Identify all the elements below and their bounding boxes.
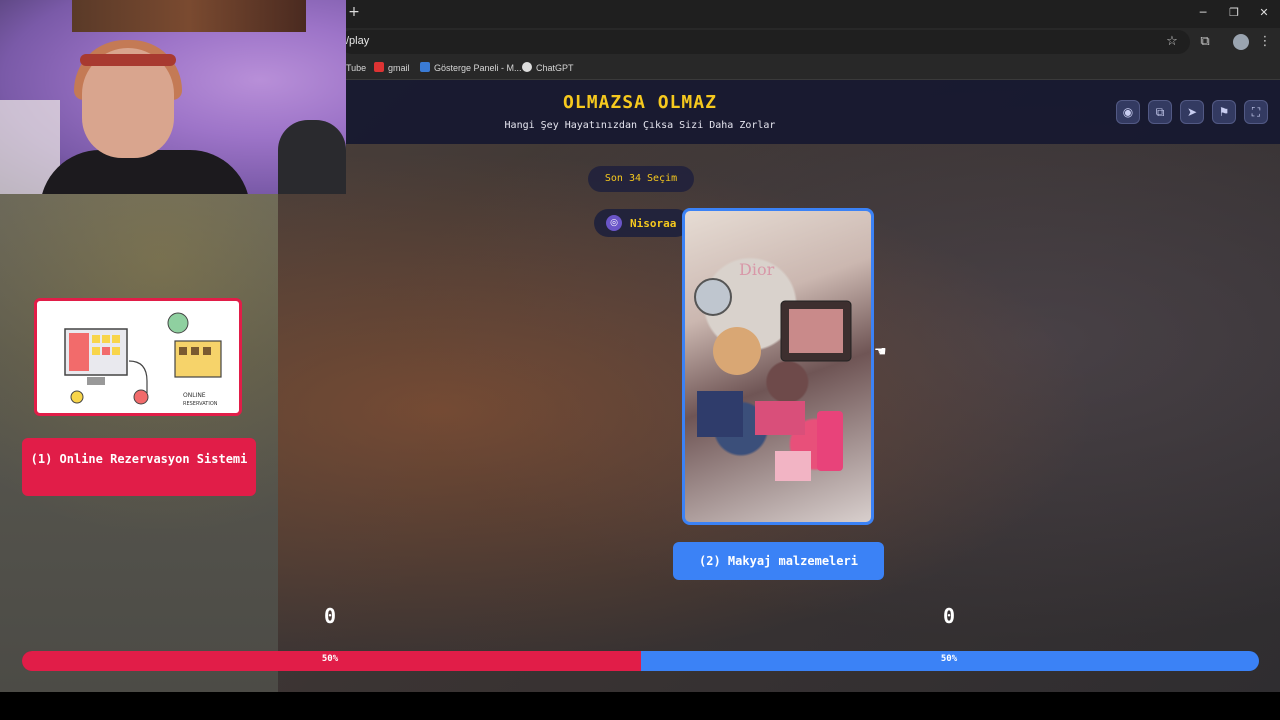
extensions-icon[interactable]: ⧉ [1196,33,1214,51]
page-title: OLMAZSA OLMAZ [563,92,717,113]
reservation-illustration: ONLINE RESERVATION [64,312,222,407]
webcam-overlay [0,0,346,194]
copy-icon[interactable]: ⧉ [1148,100,1172,124]
bookmark-dashboard[interactable]: Gösterge Paneli - M... [420,61,522,75]
user-avatar: ◎ [606,215,622,231]
score-left: 0 [323,604,337,628]
vote-progress-bar: 50% 50% [22,651,1259,671]
option-right-image[interactable]: Dior [682,208,874,525]
browser-menu-icon[interactable]: ⋮ [1256,33,1274,51]
score-right: 0 [942,604,956,628]
percent-right: 50% [940,654,958,664]
flag-icon[interactable]: ⚑ [1212,100,1236,124]
webcam-poster [72,0,306,32]
chatgpt-icon [522,62,532,72]
bookmark-youtube[interactable]: Tube [346,61,366,75]
percent-left: 50% [321,654,339,664]
dashboard-icon [420,62,430,72]
dior-logo: Dior [739,260,775,279]
bookmark-star-icon[interactable]: ☆ [1163,33,1181,51]
send-icon[interactable]: ➤ [1180,100,1204,124]
option-left-button[interactable]: (1) Online Rezervasyon Sistemi [22,438,256,496]
address-bar[interactable] [340,30,1190,54]
mouse-cursor-icon: ☚ [874,344,887,360]
webcam-microphone [278,120,346,194]
fullscreen-icon[interactable]: ⛶ [1244,100,1268,124]
restore-button[interactable]: ❐ [1219,4,1249,22]
profile-avatar[interactable] [1233,34,1249,50]
minimize-button[interactable]: ─ [1188,4,1218,22]
user-name: Nisoraa [630,217,677,230]
webcam-person-body [40,150,250,194]
makeup-photo: Dior [694,260,852,481]
svg-text:ONLINE: ONLINE [183,392,206,399]
option-left-image[interactable]: ONLINE RESERVATION [34,298,242,416]
bookmark-gmail[interactable]: gmail [374,61,410,75]
option-right-button[interactable]: (2) Makyaj malzemeleri [673,542,884,580]
eye-icon[interactable]: ◉ [1116,100,1140,124]
close-window-button[interactable]: ✕ [1249,4,1279,22]
page-subtitle: Hangi Şey Hayatınızdan Çıksa Sizi Daha Z… [504,120,776,131]
address-text[interactable]: /play [346,35,369,47]
svg-text:RESERVATION: RESERVATION [183,401,218,407]
gmail-icon [374,62,384,72]
bookmark-chatgpt[interactable]: ChatGPT [522,61,574,75]
webcam-headband [80,54,176,66]
new-tab-button[interactable]: + [346,4,362,22]
recent-choices-badge: Son 34 Seçim [588,166,694,192]
